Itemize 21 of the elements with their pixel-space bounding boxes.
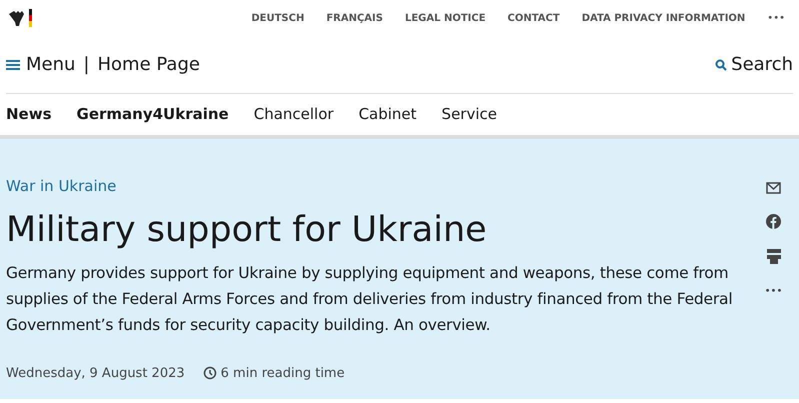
reading-time: 6 min reading time: [220, 364, 345, 382]
search-button[interactable]: Search: [731, 51, 793, 78]
nav-link[interactable]: Cabinet: [358, 103, 417, 126]
separator: |: [83, 53, 90, 77]
category-link[interactable]: War in Ukraine: [6, 175, 754, 198]
more-button[interactable]: •••: [767, 10, 785, 26]
nav-link[interactable]: Chancellor: [254, 103, 334, 126]
nav-link[interactable]: Germany4Ukraine: [76, 103, 229, 126]
more-share-button[interactable]: •••: [764, 284, 782, 299]
article-lead: Germany provides support for Ukraine by supplying equipment and weapons, these come from supplies of the Federal Arms Forces and from deliveries from industry financed from the Federal Government’s funds for security capacity building. An overview.: [6, 262, 734, 336]
menu-button[interactable]: Menu: [26, 51, 76, 78]
nav-link[interactable]: News: [6, 103, 52, 126]
top-link[interactable]: FRANÇAIS: [326, 10, 383, 26]
article-date: Wednesday, 9 August 2023: [6, 364, 185, 382]
home-page-link[interactable]: Home Page: [98, 51, 200, 78]
nav-link[interactable]: Service: [442, 103, 497, 126]
article-title: Military support for Ukraine: [6, 208, 488, 252]
top-link[interactable]: CONTACT: [508, 10, 560, 26]
top-link[interactable]: DEUTSCH: [251, 10, 304, 26]
top-link[interactable]: DATA PRIVACY INFORMATION: [582, 10, 746, 26]
top-link[interactable]: LEGAL NOTICE: [404, 10, 486, 26]
